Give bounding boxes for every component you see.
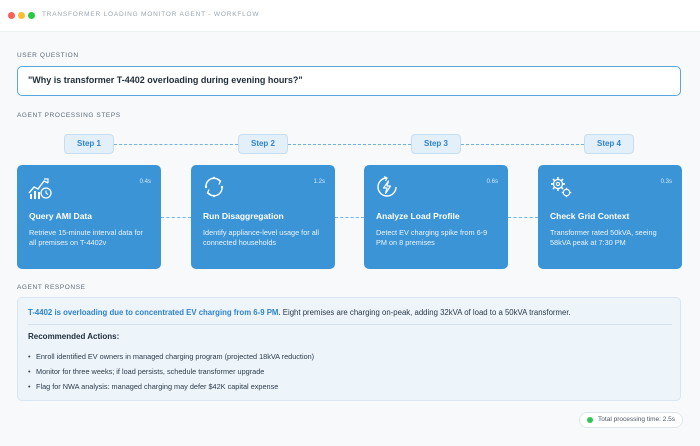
recommendation-item: Enroll identified EV owners in managed c… [28, 352, 314, 361]
step-4-card[interactable]: 0.3s Check Grid Context Transformer rate… [538, 165, 682, 269]
step-1-title: Query AMI Data [29, 211, 92, 221]
maximize-window-button[interactable] [28, 12, 35, 19]
lightning-icon [377, 175, 397, 197]
cycle-arrows-icon [204, 176, 224, 198]
step-4-description: Transformer rated 50kVA, seeing 58kVA pe… [550, 228, 657, 247]
step-1-description: Retrieve 15-minute interval data for all… [29, 228, 143, 247]
card-connector-3-4 [508, 217, 538, 218]
step-3-pill[interactable]: Step 3 [411, 134, 461, 154]
step-4-time: 0.3s [660, 179, 672, 185]
step-2-description: Identify appliance-level usage for all c… [203, 228, 320, 247]
status-indicator-icon [587, 417, 594, 423]
user-question-label: USER QUESTION [17, 52, 79, 59]
card-connector-1-2 [161, 217, 191, 218]
recommendation-item: Monitor for three weeks; if load persist… [28, 367, 264, 376]
step-3-card[interactable]: 0.6s Analyze Load Profile Detect EV char… [364, 165, 508, 269]
recommendations-title: Recommended Actions: [28, 332, 120, 341]
response-highlight: T-4402 is overloading due to concentrate… [28, 308, 281, 317]
step-4-title: Check Grid Context [550, 211, 630, 221]
step-2-card[interactable]: 1.2s Run Disaggregation Identify applian… [191, 165, 335, 269]
card-connector-2-3 [335, 217, 364, 218]
chart-clock-icon [28, 178, 52, 199]
step-3-description: Detect EV charging spike from 6-9 PM on … [376, 228, 488, 247]
response-divider [28, 324, 672, 325]
recommendation-item: Flag for NWA analysis: managed charging … [28, 382, 278, 391]
step-2-title: Run Disaggregation [203, 211, 284, 221]
step-4-pill[interactable]: Step 4 [584, 134, 634, 154]
step-1-card[interactable]: 0.4s Query AMI Data Retrieve 15-minute i… [17, 165, 161, 269]
agent-response-label: AGENT RESPONSE [17, 284, 86, 291]
response-summary: T-4402 is overloading due to concentrate… [28, 308, 668, 317]
step-2-time: 1.2s [313, 179, 325, 185]
app-window: TRANSFORMER LOADING MONITOR AGENT - WORK… [0, 0, 700, 446]
step-1-time: 0.4s [139, 179, 151, 185]
processing-steps-label: AGENT PROCESSING STEPS [17, 112, 121, 119]
agent-response-box: T-4402 is overloading due to concentrate… [17, 297, 681, 401]
user-question-box: "Why is transformer T-4402 overloading d… [17, 66, 681, 96]
step-3-title: Analyze Load Profile [376, 211, 460, 221]
window-title: TRANSFORMER LOADING MONITOR AGENT - WORK… [42, 11, 260, 18]
title-bar: TRANSFORMER LOADING MONITOR AGENT - WORK… [0, 0, 700, 32]
pill-connector-2-3 [288, 144, 411, 145]
step-2-pill[interactable]: Step 2 [238, 134, 288, 154]
pill-connector-3-4 [461, 144, 584, 145]
minimize-window-button[interactable] [18, 12, 25, 19]
processing-time-badge: Total processing time: 2.5s [579, 412, 683, 428]
pill-connector-1-2 [114, 144, 238, 145]
user-question-text: "Why is transformer T-4402 overloading d… [28, 75, 303, 85]
close-window-button[interactable] [8, 12, 15, 19]
processing-time-text: Total processing time: 2.5s [598, 416, 675, 423]
step-1-pill[interactable]: Step 1 [64, 134, 114, 154]
response-detail: Eight premises are charging on-peak, add… [280, 308, 571, 317]
step-3-time: 0.6s [486, 179, 498, 185]
gears-icon [551, 177, 572, 198]
